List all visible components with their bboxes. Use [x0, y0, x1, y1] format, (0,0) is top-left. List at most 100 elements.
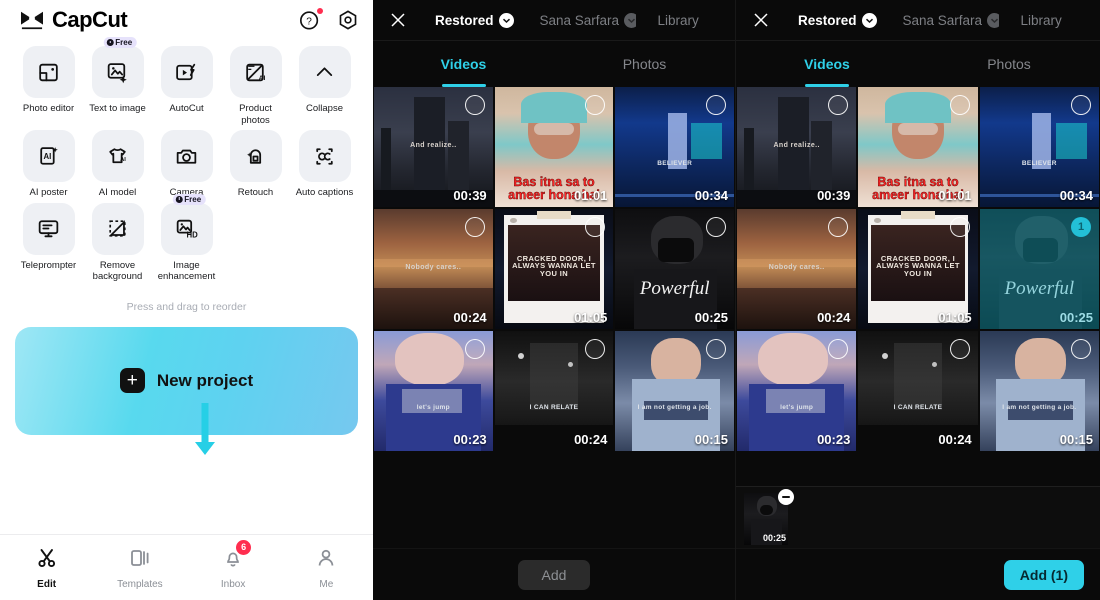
help-icon[interactable]: ?	[299, 8, 323, 31]
media-thumbnail[interactable]: Nobody cares.. 00:24	[374, 209, 493, 329]
media-thumbnail[interactable]: I am not getting a job. 00:15	[615, 331, 734, 451]
tool-tile[interactable]	[160, 130, 213, 183]
settings-icon[interactable]	[337, 9, 359, 31]
select-checkbox[interactable]	[464, 95, 485, 115]
nav-item-inbox[interactable]: 6 Inbox	[187, 539, 280, 590]
select-checkbox[interactable]	[705, 217, 726, 237]
select-checkbox[interactable]	[464, 339, 485, 359]
media-thumbnail[interactable]: CRACKED DOOR, I ALWAYS WANNA LET YOU IN …	[494, 209, 614, 329]
text-to-image-icon	[105, 60, 130, 85]
tool-ai-poster[interactable]: AI AI poster	[16, 130, 81, 199]
select-checkbox[interactable]	[705, 95, 726, 115]
tool-tile[interactable]: AI	[91, 130, 144, 183]
svg-text:AI: AI	[120, 157, 126, 163]
tool-photo-editor[interactable]: Photo editor	[16, 46, 81, 126]
clock-icon	[175, 195, 183, 203]
tool-label: Text to image	[89, 103, 146, 114]
tool-image-enhancement[interactable]: Free HD Image enhancement	[154, 193, 219, 283]
select-checkbox[interactable]	[1071, 95, 1091, 115]
media-thumbnail[interactable]: BELIEVER 00:34	[615, 87, 734, 207]
source-tab-restored[interactable]: Restored	[435, 12, 514, 28]
grid-empty-space	[373, 451, 735, 548]
media-thumbnail[interactable]: Nobody cares.. 00:24	[737, 209, 857, 329]
nav-item-label: Inbox	[220, 578, 246, 590]
media-thumbnail[interactable]: Powerful 1 00:25	[979, 209, 1099, 329]
media-thumbnail[interactable]: Bas itna sa to ameer hona hai 01:01	[858, 87, 978, 207]
tab-photos[interactable]: Photos	[554, 41, 735, 87]
media-thumbnail[interactable]: I CAN RELATE 00:24	[858, 331, 978, 451]
tool-label: Retouch	[237, 187, 274, 199]
media-picker-panel-selected: Restored Sana Sarfara Library Videos Phot…	[736, 0, 1100, 600]
tab-videos[interactable]: Videos	[736, 41, 918, 87]
new-project-button[interactable]: + New project	[15, 326, 358, 435]
selected-checkbox[interactable]: 1	[1071, 217, 1091, 237]
tool-tile[interactable]	[22, 46, 75, 98]
tool-auto-captions[interactable]: Auto captions	[292, 130, 357, 199]
media-thumbnail[interactable]: BELIEVER 00:34	[979, 87, 1099, 207]
close-icon[interactable]	[752, 11, 770, 29]
clip-caption: let's jump	[416, 404, 450, 412]
source-tab-label: Sana Sarfara	[902, 12, 983, 28]
select-checkbox[interactable]	[464, 217, 485, 237]
tool-tile[interactable]	[22, 202, 75, 255]
tool-product-photos[interactable]: AI Product photos	[223, 46, 288, 126]
media-thumbnail[interactable]: And realize.. 00:39	[737, 87, 857, 207]
tool-tile[interactable]: AI	[229, 46, 282, 98]
nav-item-templates[interactable]: Templates	[93, 546, 186, 590]
media-thumbnail[interactable]: let's jump 00:23	[737, 331, 857, 451]
tool-collapse[interactable]: Collapse	[292, 46, 357, 126]
media-thumbnail[interactable]: I CAN RELATE 00:24	[494, 331, 614, 451]
media-thumbnail[interactable]: And realize.. 00:39	[374, 87, 493, 207]
nav-item-edit[interactable]: Edit	[0, 546, 93, 590]
media-thumbnail[interactable]: CRACKED DOOR, I ALWAYS WANNA LET YOU IN …	[858, 209, 978, 329]
tray-clip[interactable]: 00:25	[744, 488, 794, 547]
tool-tile[interactable]	[229, 130, 282, 183]
tool-tile[interactable]	[91, 202, 144, 255]
tool-tile[interactable]: AI	[22, 130, 75, 183]
clip-caption: let's jump	[780, 404, 814, 412]
media-thumbnail[interactable]: Bas itna sa to ameer hona hai 01:01	[494, 87, 614, 207]
tool-text-to-image[interactable]: Free Text to image	[85, 37, 150, 126]
media-thumbnail[interactable]: let's jump 00:23	[374, 331, 493, 451]
source-tab-album[interactable]: Sana Sarfara	[540, 12, 636, 28]
remove-icon[interactable]	[778, 488, 794, 505]
select-checkbox[interactable]	[949, 95, 970, 115]
tool-tile[interactable]	[298, 130, 351, 183]
tool-retouch[interactable]: Retouch	[223, 130, 288, 199]
clip-duration: 00:34	[694, 188, 728, 203]
select-checkbox[interactable]	[949, 217, 970, 237]
clip-duration: 00:15	[694, 432, 728, 447]
tool-label: Product photos	[239, 103, 272, 126]
clip-duration: 01:05	[574, 310, 608, 325]
media-thumbnail[interactable]: I am not getting a job. 00:15	[979, 331, 1099, 451]
nav-item-me[interactable]: Me	[280, 546, 373, 590]
tab-videos[interactable]: Videos	[373, 41, 554, 87]
tab-photos[interactable]: Photos	[918, 41, 1100, 87]
source-tab-library[interactable]: Library	[658, 13, 699, 28]
clip-duration: 00:25	[1059, 310, 1093, 325]
tool-autocut[interactable]: AutoCut	[154, 46, 219, 126]
source-tab-album[interactable]: Sana Sarfara	[902, 12, 999, 28]
select-checkbox[interactable]	[705, 339, 726, 359]
tool-tile[interactable]: Free	[91, 37, 144, 98]
tool-tile[interactable]: Free HD	[160, 193, 213, 255]
tool-ai-model[interactable]: AI AI model	[85, 130, 150, 199]
tool-tile[interactable]	[298, 46, 351, 98]
media-thumbnail[interactable]: Powerful 00:25	[615, 209, 734, 329]
select-checkbox[interactable]	[1071, 339, 1091, 359]
source-tab-restored[interactable]: Restored	[798, 12, 877, 28]
media-picker-footer-right: Add (1)	[736, 548, 1100, 600]
close-icon[interactable]	[389, 11, 407, 29]
clip-duration: 00:34	[1059, 188, 1093, 203]
add-button[interactable]: Add (1)	[1003, 559, 1084, 590]
tool-teleprompter[interactable]: Teleprompter	[16, 202, 81, 283]
clip-caption: BELIEVER	[1021, 160, 1057, 168]
nav-item-label: Templates	[117, 578, 163, 590]
clip-duration: 01:01	[938, 188, 972, 203]
source-tab-library[interactable]: Library	[1021, 13, 1062, 28]
add-button[interactable]: Add	[518, 559, 590, 590]
select-checkbox[interactable]	[949, 339, 970, 359]
tool-tile[interactable]	[160, 46, 213, 98]
tool-remove-background[interactable]: Remove background	[85, 202, 150, 283]
tool-camera[interactable]: Camera	[154, 130, 219, 199]
